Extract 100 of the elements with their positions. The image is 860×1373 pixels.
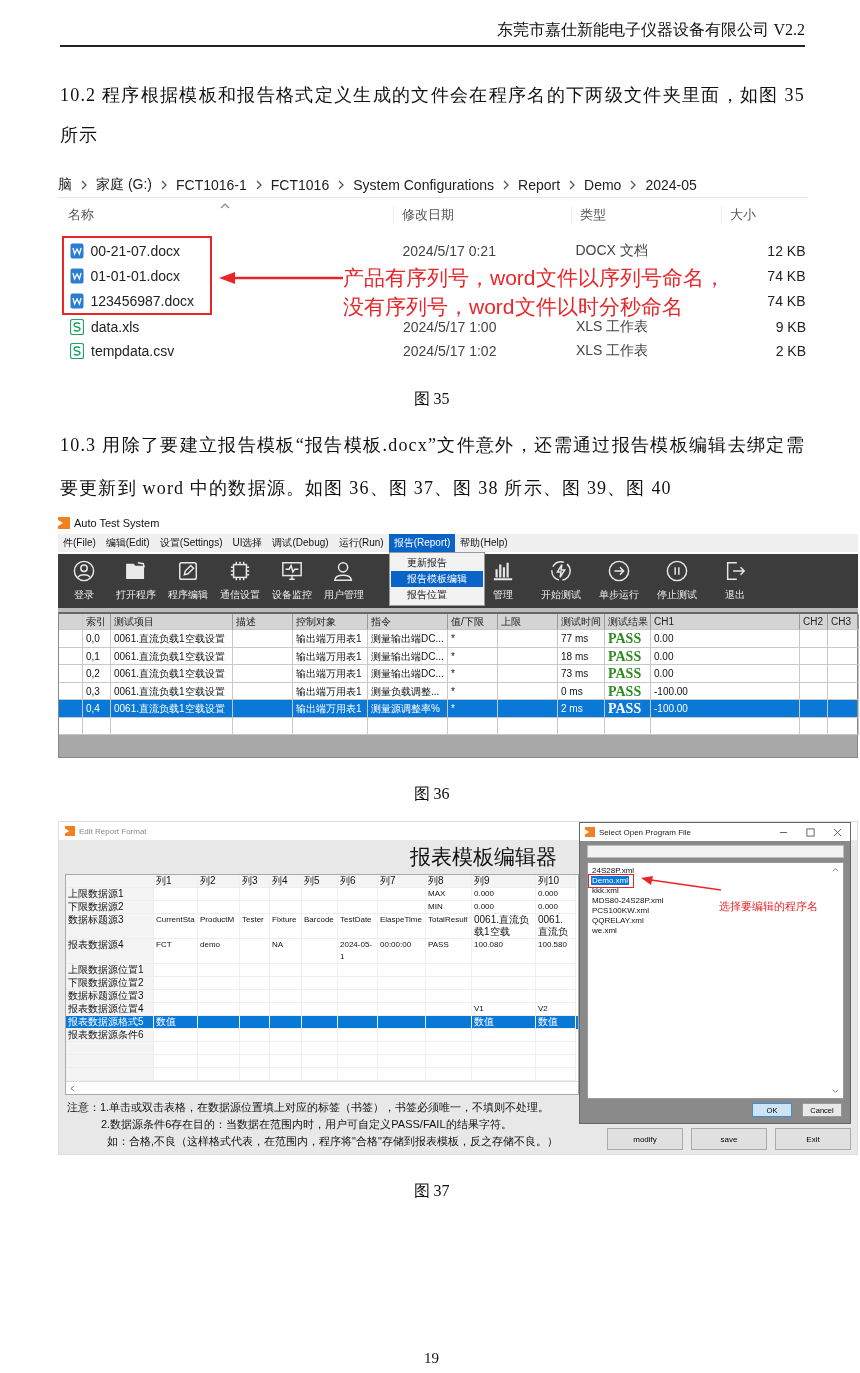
maximize-icon[interactable]: [806, 827, 815, 837]
toolbar-button[interactable]: 停止测试: [648, 554, 706, 608]
modified-date: 2024/5/17 1:00: [403, 319, 497, 335]
breadcrumb-item[interactable]: FCT1016: [270, 177, 330, 193]
toolbar-button[interactable]: 退出: [706, 554, 764, 608]
grid-row[interactable]: 报表数据源4 FCT demo NA 2024-05-1 00:00:00 PASS 100.080 100.580: [66, 939, 578, 964]
column-header[interactable]: 列1: [154, 875, 198, 888]
toolbar-button[interactable]: 通信设置: [214, 554, 266, 608]
action-button[interactable]: Exit: [775, 1128, 851, 1150]
empty-cell: [302, 1068, 338, 1081]
list-item[interactable]: QQRELAY.xml: [591, 916, 645, 925]
table-cell: 0061.直流负载1空载设置: [111, 665, 233, 683]
table-row[interactable]: 0,4 0061.直流负载1空载设置 输出端万用表1 测量源调整率% * 2 ms PASS -100.00: [59, 700, 857, 718]
menu-item[interactable]: 件(File): [58, 534, 101, 552]
grid-cell: 数值: [536, 1016, 576, 1029]
breadcrumb-item[interactable]: Report: [518, 177, 561, 193]
table-cell: 测量输出端DC...: [368, 665, 448, 683]
list-item[interactable]: Demo.xml: [591, 876, 629, 885]
chevron-icon: [161, 180, 167, 190]
path-field[interactable]: [587, 845, 844, 858]
grid-cell: 0061.直流负载1空载: [472, 914, 536, 939]
column-header[interactable]: 列7: [378, 875, 426, 888]
toolbar-button[interactable]: 设备监控: [266, 554, 318, 608]
column-header[interactable]: 列3: [240, 875, 270, 888]
toolbar-button[interactable]: 用户管理: [318, 554, 370, 608]
scroll-up-icon[interactable]: [832, 867, 839, 872]
column-header[interactable]: 列5: [302, 875, 338, 888]
grid-cell: TotalResult: [426, 914, 472, 939]
column-header[interactable]: 列6: [338, 875, 378, 888]
scrollbar[interactable]: [66, 1081, 578, 1094]
menu-item[interactable]: UI选择: [227, 534, 268, 552]
grid-row[interactable]: 下限数据源位置2: [66, 977, 578, 990]
column-header[interactable]: 修改日期: [393, 206, 571, 224]
close-icon[interactable]: [833, 827, 842, 837]
breadcrumb-item[interactable]: 家庭 (G:): [96, 176, 152, 194]
column-header[interactable]: 列10: [536, 875, 576, 888]
menu-item[interactable]: 运行(Run): [333, 534, 389, 552]
note-text: 2.数据源条件6存在目的：当数据在范围内时，用户可自定义PASS/FAIL的结果字符。: [100, 1117, 513, 1132]
column-header[interactable]: 列2: [198, 875, 240, 888]
column-header[interactable]: 列4: [270, 875, 302, 888]
column-header[interactable]: 名称: [58, 206, 393, 224]
toolbar-button[interactable]: 打开程序: [110, 554, 162, 608]
table-cell: 77 ms: [558, 630, 605, 648]
file-name[interactable]: data.xls: [91, 319, 140, 335]
menu-item[interactable]: 帮助(Help): [455, 534, 513, 552]
breadcrumb-item[interactable]: 脑: [58, 176, 72, 194]
column-header[interactable]: 类型: [571, 206, 721, 224]
table-cell: 0061.直流负载1空载设置: [111, 700, 233, 718]
grid-cell: ProductM: [198, 914, 240, 939]
monitor-icon: [281, 560, 303, 582]
breadcrumb-item[interactable]: System Configurations: [353, 177, 494, 193]
breadcrumb-item[interactable]: Demo: [584, 177, 622, 193]
file-name[interactable]: 01-01-01.docx: [90, 267, 180, 284]
grid-row[interactable]: 报表数据源条件6: [66, 1029, 578, 1042]
menu-item[interactable]: 设置(Settings): [154, 534, 228, 552]
toolbar-button[interactable]: 程序编辑: [162, 554, 214, 608]
toolbar-button[interactable]: 登录: [58, 554, 110, 608]
column-header[interactable]: 列8: [426, 875, 472, 888]
grid-cell: 0.000: [536, 901, 576, 914]
file-name[interactable]: tempdata.csv: [91, 343, 175, 359]
table-row[interactable]: 0,0 0061.直流负载1空载设置 输出端万用表1 测量输出端DC... * 77 ms PASS 0.00: [59, 630, 857, 648]
list-item[interactable]: PCS100KW.xml: [591, 906, 650, 915]
table-row[interactable]: 0,2 0061.直流负载1空载设置 输出端万用表1 测量输出端DC... * 73 ms PASS 0.00: [59, 665, 857, 683]
toolbar-button[interactable]: 开始测试: [532, 554, 590, 608]
menu-item[interactable]: 调试(Debug): [267, 534, 334, 552]
column-header[interactable]: 大小: [721, 206, 808, 224]
list-item[interactable]: MDS80-24S28P.xml: [591, 896, 665, 905]
file-size: 2 KB: [775, 343, 806, 359]
scroll-left-icon[interactable]: [70, 1084, 75, 1092]
menu-option[interactable]: 报告模板编辑: [390, 571, 483, 587]
app-logo-icon: [585, 827, 595, 837]
file-name[interactable]: 00-21-07.docx: [90, 242, 180, 259]
grid-cell: Tester: [240, 914, 270, 939]
spreadsheet-icon: [70, 343, 84, 359]
breadcrumb-item[interactable]: 2024-05: [645, 177, 697, 193]
grid-row[interactable]: 数据标题源3 CurrentSta ProductM Tester Fixture Barcode TestDate ElaspeTime TotalResult 0061.直流负载1空载 0061.直流负: [66, 914, 578, 939]
grid-cell: CurrentSta: [154, 914, 198, 939]
action-button[interactable]: modify: [607, 1128, 683, 1150]
column-header[interactable]: 列9: [472, 875, 536, 888]
grid-row[interactable]: 报表数据源格式5 数值 数值 数值: [66, 1016, 578, 1029]
toolbar-button[interactable]: 单步运行: [590, 554, 648, 608]
grid-row[interactable]: 上限数据源位置1: [66, 964, 578, 977]
modified-date: 2024/5/17 0:21: [402, 242, 496, 259]
breadcrumb-item[interactable]: FCT1016-1: [176, 177, 247, 193]
grid-row[interactable]: 下限数据源2 MIN 0.000 0.000: [66, 901, 578, 914]
scroll-down-icon[interactable]: [832, 1089, 839, 1094]
row-header: 报表数据源4: [66, 939, 154, 964]
page-header: 东莞市嘉仕新能电子仪器设备有限公司 V2.2: [497, 20, 805, 40]
list-item[interactable]: we.xml: [591, 926, 618, 935]
menu-item[interactable]: 编辑(Edit): [100, 534, 155, 552]
document-icon: [69, 267, 84, 284]
list-item[interactable]: 24S28P.xml: [591, 866, 636, 875]
grid-row[interactable]: 上限数据源1 MAX 0.000 0.000: [66, 888, 578, 901]
result-status: PASS: [605, 665, 651, 683]
table-cell: *: [448, 700, 498, 718]
grid-cell: Barcode: [302, 914, 338, 939]
grid-row[interactable]: 数据标题源位置3: [66, 990, 578, 1003]
list-item[interactable]: kkk.xml: [591, 886, 620, 895]
action-button[interactable]: save: [691, 1128, 767, 1150]
file-name[interactable]: 123456987.docx: [90, 292, 195, 309]
